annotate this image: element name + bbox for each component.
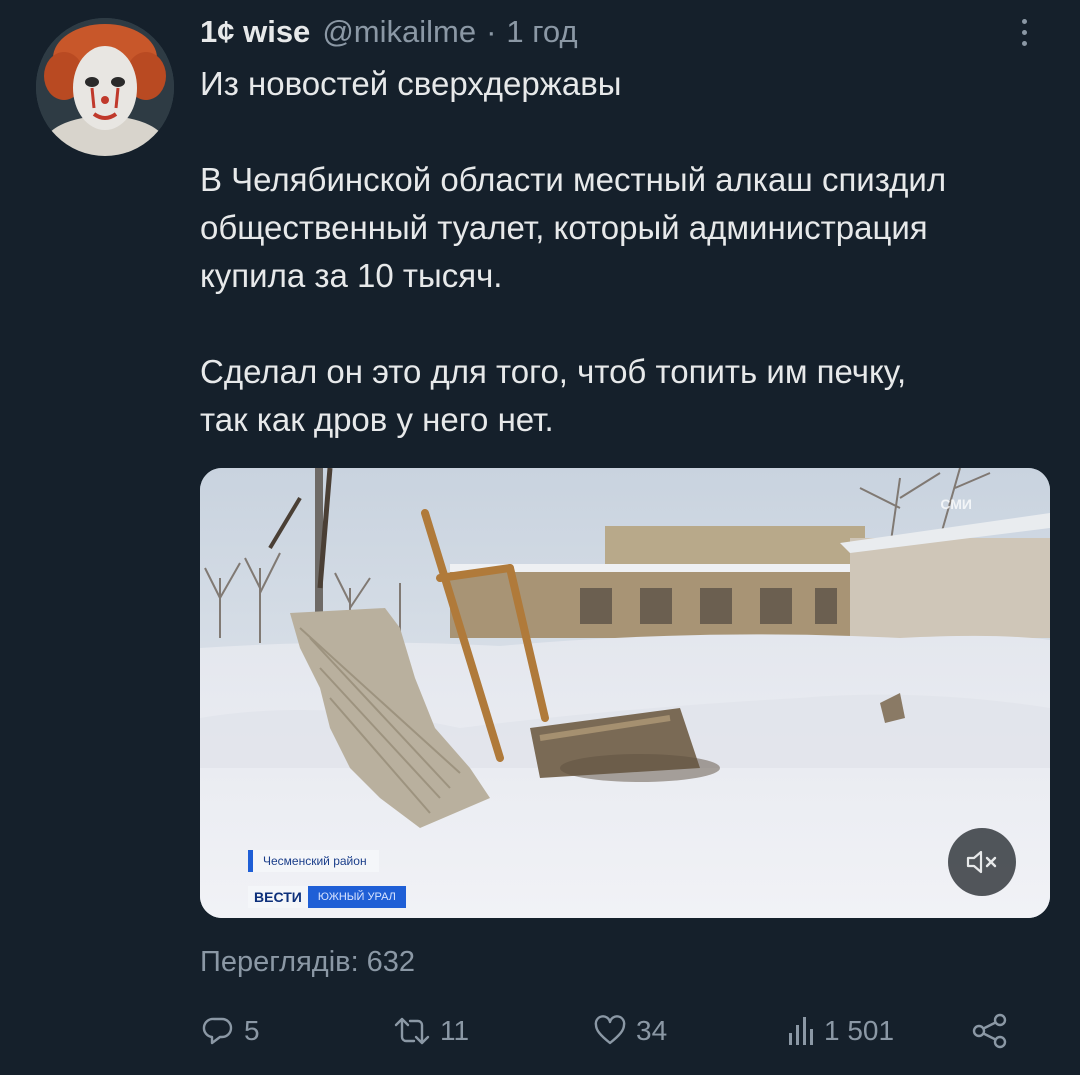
like-button[interactable]: 34: [592, 1008, 667, 1054]
bar-chart-icon: [789, 1017, 813, 1045]
tweet-text-line: Сделал он это для того, чтоб топить им п…: [200, 353, 907, 390]
avatar[interactable]: [36, 18, 174, 156]
tweet-header: 1¢ wise @mikailme · 1 год: [200, 10, 578, 54]
reply-icon: [202, 1017, 233, 1045]
avatar-image: [36, 18, 174, 156]
header-separator: ·: [486, 14, 497, 49]
retweet-button[interactable]: 11: [392, 1008, 469, 1054]
video-caption-region: Чесменский район: [248, 850, 379, 872]
video-watermark: СМИ: [940, 496, 972, 512]
retweet-count: 11: [440, 1015, 470, 1046]
caption-brand-name: ВЕСТИ: [248, 886, 308, 908]
tweet-time[interactable]: 1 год: [506, 10, 577, 54]
views-button[interactable]: 1 501: [786, 1008, 894, 1054]
share-button[interactable]: [970, 1008, 1010, 1054]
tweet-text-line: так как дров у него нет.: [200, 401, 554, 438]
views-action-count: 1 501: [824, 1015, 895, 1046]
caption-brand-region: ЮЖНЫЙ УРАЛ: [307, 886, 406, 908]
user-handle[interactable]: @mikailme: [322, 10, 476, 54]
retweet-icon: [394, 1017, 430, 1045]
like-count: 34: [636, 1015, 668, 1046]
speaker-muted-icon: [966, 850, 997, 874]
reply-button[interactable]: 5: [200, 1008, 260, 1054]
action-bar: 5 11 34 1 501: [200, 1008, 1030, 1054]
heart-icon: [594, 1015, 626, 1045]
tweet-text-line: Из новостей сверхдержавы: [200, 65, 622, 102]
more-vertical-icon[interactable]: [1012, 12, 1036, 52]
share-icon: [972, 1013, 1007, 1049]
reply-count: 5: [244, 1015, 260, 1046]
views-count: Переглядів: 632: [200, 946, 416, 978]
tweet-text-line: общественный туалет, который администрац…: [200, 209, 928, 246]
tweet-video[interactable]: СМИ Чесменский район ВЕСТИ ЮЖНЫЙ УРАЛ: [200, 468, 1050, 918]
mute-button[interactable]: [948, 828, 1016, 896]
video-caption-brand: ВЕСТИ ЮЖНЫЙ УРАЛ: [248, 886, 406, 908]
tweet-text: Из новостей сверхдержавы В Челябинской о…: [200, 60, 1060, 444]
tweet-text-line: купила за 10 тысяч.: [200, 257, 503, 294]
tweet-text-line: В Челябинской области местный алкаш спиз…: [200, 161, 947, 198]
display-name[interactable]: 1¢ wise: [200, 10, 310, 54]
